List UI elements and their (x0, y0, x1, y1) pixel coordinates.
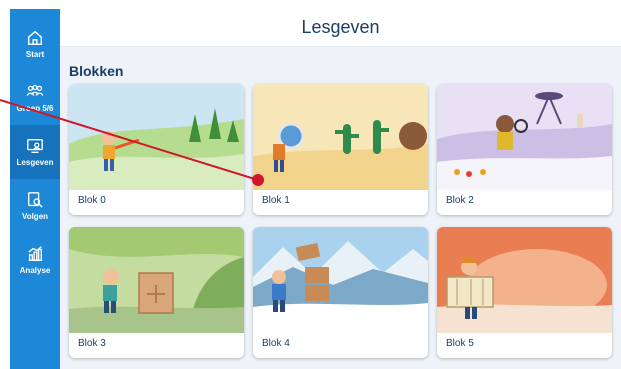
follow-icon (28, 192, 43, 208)
page-title: Lesgeven (301, 17, 380, 37)
teach-icon (27, 139, 43, 153)
block-card-1[interactable]: Blok 1 (253, 84, 428, 215)
sidebar-item-label: Start (25, 50, 45, 59)
sidebar-item-start[interactable]: Start (10, 17, 60, 71)
sidebar-item-label: Groep 5/6 (16, 104, 54, 113)
main-content: Blokken Blok 0 Blok 1 Blok 2 Blok 3 Blok… (60, 47, 621, 369)
block-illustration (437, 227, 612, 333)
block-illustration (69, 227, 244, 333)
group-icon (26, 84, 44, 96)
sidebar-item-analyse[interactable]: Analyse (10, 233, 60, 287)
block-label: Blok 0 (78, 195, 106, 206)
sidebar-item-label: Analyse (19, 266, 51, 275)
block-illustration (69, 84, 244, 190)
block-label: Blok 2 (446, 195, 474, 206)
sidebar: Start Groep 5/6 Lesgeven Volgen Analyse (10, 9, 60, 369)
home-icon (27, 30, 43, 46)
sidebar-item-lesgeven[interactable]: Lesgeven (10, 125, 60, 179)
block-label: Blok 3 (78, 338, 106, 349)
block-card-0[interactable]: Blok 0 (69, 84, 244, 215)
section-title: Blokken (69, 63, 124, 79)
sidebar-item-label: Volgen (21, 212, 49, 221)
block-illustration (437, 84, 612, 190)
block-label: Blok 5 (446, 338, 474, 349)
sidebar-item-volgen[interactable]: Volgen (10, 179, 60, 233)
sidebar-item-label: Lesgeven (16, 158, 54, 167)
block-label: Blok 1 (262, 195, 290, 206)
block-card-3[interactable]: Blok 3 (69, 227, 244, 358)
chart-icon (28, 246, 43, 261)
block-card-4[interactable]: Blok 4 (253, 227, 428, 358)
header: Lesgeven (60, 9, 621, 47)
block-card-2[interactable]: Blok 2 (437, 84, 612, 215)
block-card-5[interactable]: Blok 5 (437, 227, 612, 358)
block-label: Blok 4 (262, 338, 290, 349)
sidebar-item-groep[interactable]: Groep 5/6 (10, 71, 60, 125)
block-illustration (253, 227, 428, 333)
block-illustration (253, 84, 428, 190)
